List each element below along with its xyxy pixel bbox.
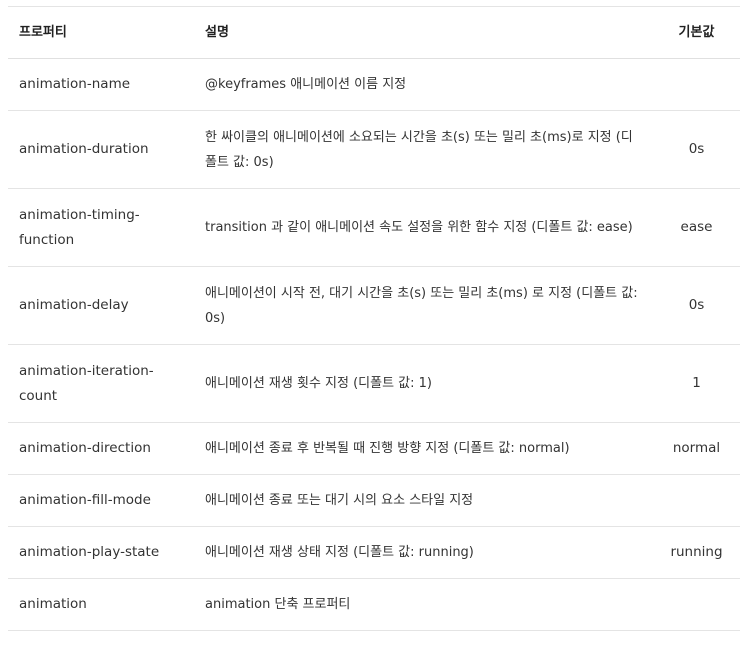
default-cell: ease <box>680 219 713 235</box>
property-cell: animation-timing-function <box>19 206 140 248</box>
property-cell: animation-play-state <box>19 544 160 560</box>
property-cell: animation <box>19 596 87 612</box>
default-cell: 1 <box>692 375 701 391</box>
property-table: 프로퍼티 설명 기본값 animation-name @keyframes 애니… <box>8 6 740 631</box>
property-cell: animation-fill-mode <box>19 492 151 508</box>
description-cell: transition 과 같이 애니메이션 속도 설정을 위한 함수 지정 (디… <box>205 220 633 235</box>
default-cell: normal <box>672 440 721 456</box>
table-row: animation-delay 애니메이션이 시작 전, 대기 시간을 초(s)… <box>8 267 740 345</box>
table-row: animation-duration 한 싸이클의 애니메이션에 소요되는 시간… <box>8 111 740 189</box>
property-cell: animation-iteration-count <box>19 362 154 404</box>
description-cell: 애니메이션 종료 또는 대기 시의 요소 스타일 지정 <box>205 493 474 508</box>
property-cell: animation-direction <box>19 440 151 456</box>
default-cell: 0s <box>688 297 705 313</box>
property-cell: animation-duration <box>19 141 149 157</box>
description-cell: 애니메이션 재생 횟수 지정 (디폴트 값: 1) <box>205 376 432 391</box>
default-cell: 0s <box>688 141 705 157</box>
column-header-default: 기본값 <box>678 25 715 40</box>
description-cell: 애니메이션 종료 후 반복될 때 진행 방향 지정 (디폴트 값: normal… <box>205 441 570 456</box>
description-cell: 애니메이션이 시작 전, 대기 시간을 초(s) 또는 밀리 초(ms) 로 지… <box>205 285 638 326</box>
table-row: animation-fill-mode 애니메이션 종료 또는 대기 시의 요소… <box>8 475 740 527</box>
column-header-property: 프로퍼티 <box>19 25 67 40</box>
default-cell: running <box>670 544 723 560</box>
property-cell: animation-name <box>19 76 131 92</box>
property-cell: animation-delay <box>19 297 129 313</box>
table-row: animation-direction 애니메이션 종료 후 반복될 때 진행 … <box>8 423 740 475</box>
description-cell: animation 단축 프로퍼티 <box>205 597 351 612</box>
column-header-description: 설명 <box>205 25 229 40</box>
description-cell: 애니메이션 재생 상태 지정 (디폴트 값: running) <box>205 545 474 560</box>
table-row: animation animation 단축 프로퍼티 <box>8 579 740 631</box>
table-header-row: 프로퍼티 설명 기본값 <box>8 7 740 59</box>
table-row: animation-name @keyframes 애니메이션 이름 지정 <box>8 59 740 111</box>
table-row: animation-play-state 애니메이션 재생 상태 지정 (디폴트… <box>8 527 740 579</box>
description-cell: @keyframes 애니메이션 이름 지정 <box>205 77 407 92</box>
table-row: animation-iteration-count 애니메이션 재생 횟수 지정… <box>8 345 740 423</box>
description-cell: 한 싸이클의 애니메이션에 소요되는 시간을 초(s) 또는 밀리 초(ms)로… <box>205 129 633 170</box>
table-row: animation-timing-function transition 과 같… <box>8 189 740 267</box>
